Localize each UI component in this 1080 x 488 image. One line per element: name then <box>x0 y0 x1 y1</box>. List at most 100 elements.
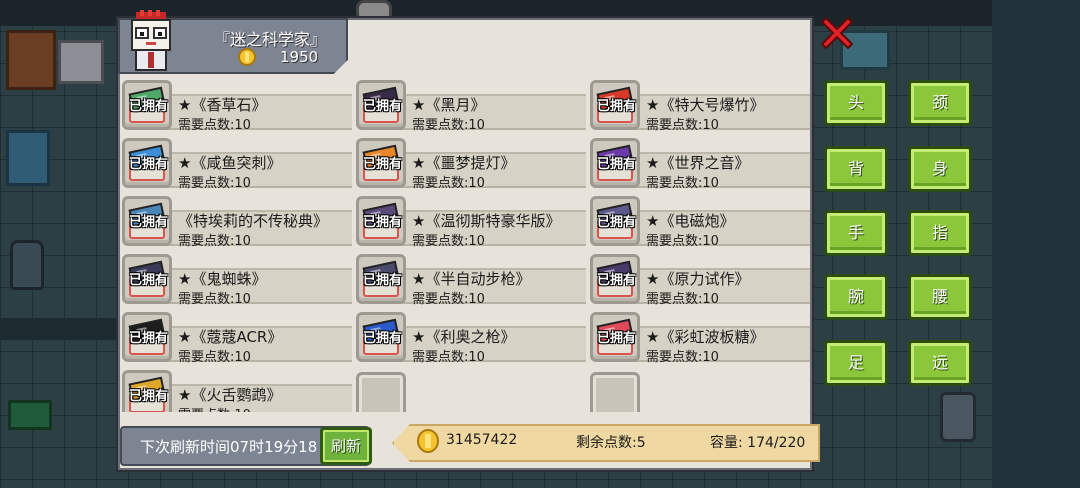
shop-item[interactable]: 已拥有 ★《香草石》 需要点数:10 <box>120 80 352 133</box>
background-circuit-board <box>8 400 52 430</box>
background-right-wall <box>992 0 1080 488</box>
shop-item[interactable]: 已拥有 ★《特大号爆竹》 需要点数:10 <box>588 80 810 133</box>
shop-item[interactable]: 已拥有 ★《温彻斯特豪华版》 需要点数:10 <box>354 196 586 249</box>
shop-item[interactable]: 已拥有 ★《电磁炮》 需要点数:10 <box>588 196 810 249</box>
close-icon[interactable] <box>818 14 856 52</box>
item-cost: 需要点数:10 <box>646 118 719 133</box>
owned-label: 已拥有 <box>597 331 637 346</box>
item-name: ★《原力试作》 <box>646 270 750 288</box>
shop-item[interactable]: 已拥有 ★《利奥之枪》 需要点数:10 <box>354 312 586 365</box>
item-name: ★《半自动步枪》 <box>412 270 531 288</box>
item-cost: 需要点数:10 <box>646 350 719 365</box>
shop-title: 『迷之科学家』 <box>213 30 326 49</box>
owned-label: 已拥有 <box>597 215 637 230</box>
item-slot[interactable]: 已拥有 <box>122 370 172 412</box>
shop-item[interactable]: 已拥有 ★《咸鱼突刺》 需要点数:10 <box>120 138 352 191</box>
background-vase <box>10 240 44 290</box>
item-slot[interactable]: 已拥有 <box>122 254 172 304</box>
item-slot[interactable]: 已拥有 <box>590 254 640 304</box>
equip-slot-button[interactable]: 指 <box>908 210 972 256</box>
item-name: ★《黑月》 <box>412 96 486 114</box>
item-cost: 需要点数:10 <box>412 292 485 307</box>
gold-coin-icon <box>417 429 439 453</box>
item-slot[interactable]: 已拥有 <box>590 196 640 246</box>
capacity: 容量: 174/220 <box>710 435 806 451</box>
item-slot[interactable]: 已拥有 <box>590 80 640 130</box>
refresh-timer-text: 下次刷新时间07时19分18 <box>140 438 318 456</box>
shop-coins: 1950 <box>238 48 318 66</box>
equip-slot-button[interactable]: 手 <box>824 210 888 256</box>
item-slot[interactable]: 已拥有 <box>356 138 406 188</box>
item-slot[interactable]: 已拥有 <box>356 254 406 304</box>
owned-label: 已拥有 <box>129 273 169 288</box>
background-robot <box>940 392 976 442</box>
item-name: ★《香草石》 <box>178 96 267 114</box>
item-slot[interactable]: 已拥有 <box>122 312 172 362</box>
equip-slot-button[interactable]: 背 <box>824 146 888 192</box>
item-slot[interactable]: 已拥有 <box>122 80 172 130</box>
equip-slot-button[interactable]: 颈 <box>908 80 972 126</box>
item-cost: 需要点数:10 <box>412 176 485 191</box>
owned-label: 已拥有 <box>363 331 403 346</box>
owned-label: 已拥有 <box>129 389 169 404</box>
scientist-avatar-icon <box>131 10 171 71</box>
shop-item[interactable]: 已拥有 ★《半自动步枪》 需要点数:10 <box>354 254 586 307</box>
item-slot[interactable]: 已拥有 <box>590 312 640 362</box>
shop-item[interactable]: 已拥有 ★《蔻蔻ACR》 需要点数:10 <box>120 312 352 365</box>
item-cost: 需要点数:10 <box>178 118 251 133</box>
owned-label: 已拥有 <box>597 99 637 114</box>
item-cost: 需要点数:10 <box>178 292 251 307</box>
background-ledge <box>0 318 120 340</box>
item-cost: 需要点数:10 <box>412 118 485 133</box>
owned-label: 已拥有 <box>363 99 403 114</box>
equip-slot-button[interactable]: 远 <box>908 340 972 386</box>
background-monitor <box>6 130 50 186</box>
empty-item-slot[interactable] <box>590 372 640 412</box>
item-slot[interactable]: 已拥有 <box>122 138 172 188</box>
equip-slot-button[interactable]: 腰 <box>908 274 972 320</box>
item-cost: 需要点数:10 <box>178 234 251 249</box>
item-name: ★《温彻斯特豪华版》 <box>412 212 561 230</box>
item-name: ★《咸鱼突刺》 <box>178 154 282 172</box>
item-slot[interactable]: 已拥有 <box>356 312 406 362</box>
shop-item[interactable]: 已拥有 ★《世界之音》 需要点数:10 <box>588 138 810 191</box>
item-name: 《特埃莉的不传秘典》 <box>178 212 329 230</box>
gold-coin-icon <box>238 48 256 66</box>
empty-item-slot[interactable] <box>356 372 406 412</box>
equip-slot-button[interactable]: 腕 <box>824 274 888 320</box>
owned-label: 已拥有 <box>363 215 403 230</box>
shop-item[interactable]: 已拥有 ★《火舌鹦鹉》需要点数:10 <box>120 370 352 412</box>
item-slot[interactable]: 已拥有 <box>356 196 406 246</box>
shop-item[interactable]: 已拥有 ★《黑月》需要点数:10 <box>354 80 586 133</box>
item-slot[interactable]: 已拥有 <box>122 196 172 246</box>
equip-slot-button[interactable]: 头 <box>824 80 888 126</box>
item-name: ★《噩梦提灯》 <box>412 154 516 172</box>
equip-slot-button[interactable]: 身 <box>908 146 972 192</box>
owned-label: 已拥有 <box>597 157 637 172</box>
item-name: ★《彩虹波板糖》 <box>646 328 765 346</box>
shop-item[interactable]: 已拥有 ★《原力试作》 需要点数:10 <box>588 254 810 307</box>
remaining-points: 剩余点数:5 <box>576 435 646 451</box>
item-cost: 需要点数:10 <box>178 176 251 191</box>
shop-item[interactable]: 已拥有 ★《彩虹波板糖》 需要点数:10 <box>588 312 810 365</box>
item-cost: 需要点数:10 <box>412 234 485 249</box>
item-name: ★《利奥之枪》 <box>412 328 516 346</box>
item-name: ★《蔻蔻ACR》 <box>178 328 283 346</box>
item-name: ★《特大号爆竹》 <box>646 96 765 114</box>
refresh-button[interactable]: 刷新 <box>320 427 372 465</box>
item-grid: 已拥有 ★《香草石》 需要点数:10 已拥有 ★《黑月》 需要点数:10 已拥有 ★《特大号爆… <box>120 80 810 412</box>
equip-slot-button[interactable]: 足 <box>824 340 888 386</box>
item-slot[interactable]: 已拥有 <box>590 138 640 188</box>
item-name: ★《世界之音》 <box>646 154 750 172</box>
shop-item[interactable]: 已拥有 ★《噩梦提灯》 需要点数:10 <box>354 138 586 191</box>
item-slot[interactable]: 已拥有 <box>356 80 406 130</box>
owned-label: 已拥有 <box>129 157 169 172</box>
item-cost: 需要点数:10 <box>412 350 485 365</box>
owned-label: 已拥有 <box>597 273 637 288</box>
owned-label: 已拥有 <box>129 99 169 114</box>
shop-item[interactable]: 已拥有 《特埃莉的不传秘典》 需要点数:10 <box>120 196 352 249</box>
item-cost: 需要点数:10 <box>178 404 251 412</box>
shop-item[interactable]: 已拥有 ★《鬼蜘蛛》 需要点数:10 <box>120 254 352 307</box>
item-cost: 需要点数:10 <box>646 234 719 249</box>
background-machine <box>58 40 104 84</box>
